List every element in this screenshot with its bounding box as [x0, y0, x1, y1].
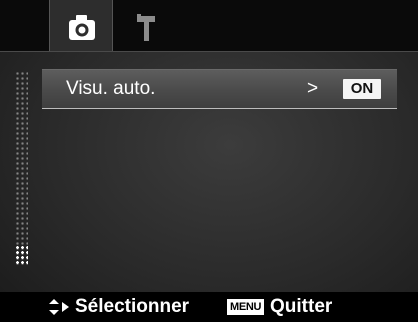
hammer-icon: [137, 14, 155, 41]
menu-item-label: Visu. auto.: [66, 78, 156, 99]
tab-camera[interactable]: [49, 0, 113, 51]
tab-bar: [0, 0, 418, 52]
navigate-arrows-icon: [49, 299, 69, 315]
menu-key-icon: MENU: [227, 299, 265, 315]
chevron-right-icon: >: [307, 78, 319, 99]
scrollbar-thumb[interactable]: [14, 244, 28, 264]
quit-hint: Quitter: [270, 296, 333, 317]
select-hint: Sélectionner: [75, 296, 190, 317]
camera-icon: [69, 15, 95, 40]
camera-menu-screen: Visu. auto. > ON Sélectionner MENU Quitt…: [0, 0, 418, 322]
footer-hints: Sélectionner MENU Quitter: [0, 292, 418, 322]
scrollbar-track[interactable]: [14, 70, 28, 266]
tab-setup[interactable]: [125, 0, 167, 51]
menu-item-visu-auto[interactable]: Visu. auto. > ON: [42, 69, 397, 109]
value-badge: ON: [343, 79, 381, 99]
